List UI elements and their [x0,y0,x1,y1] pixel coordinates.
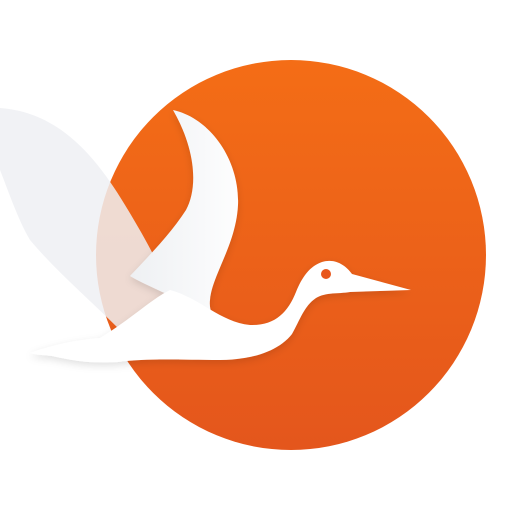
crane-in-sun-logo [0,60,486,450]
app-icon-canvas [0,0,512,512]
crane-eye-icon [321,269,331,279]
